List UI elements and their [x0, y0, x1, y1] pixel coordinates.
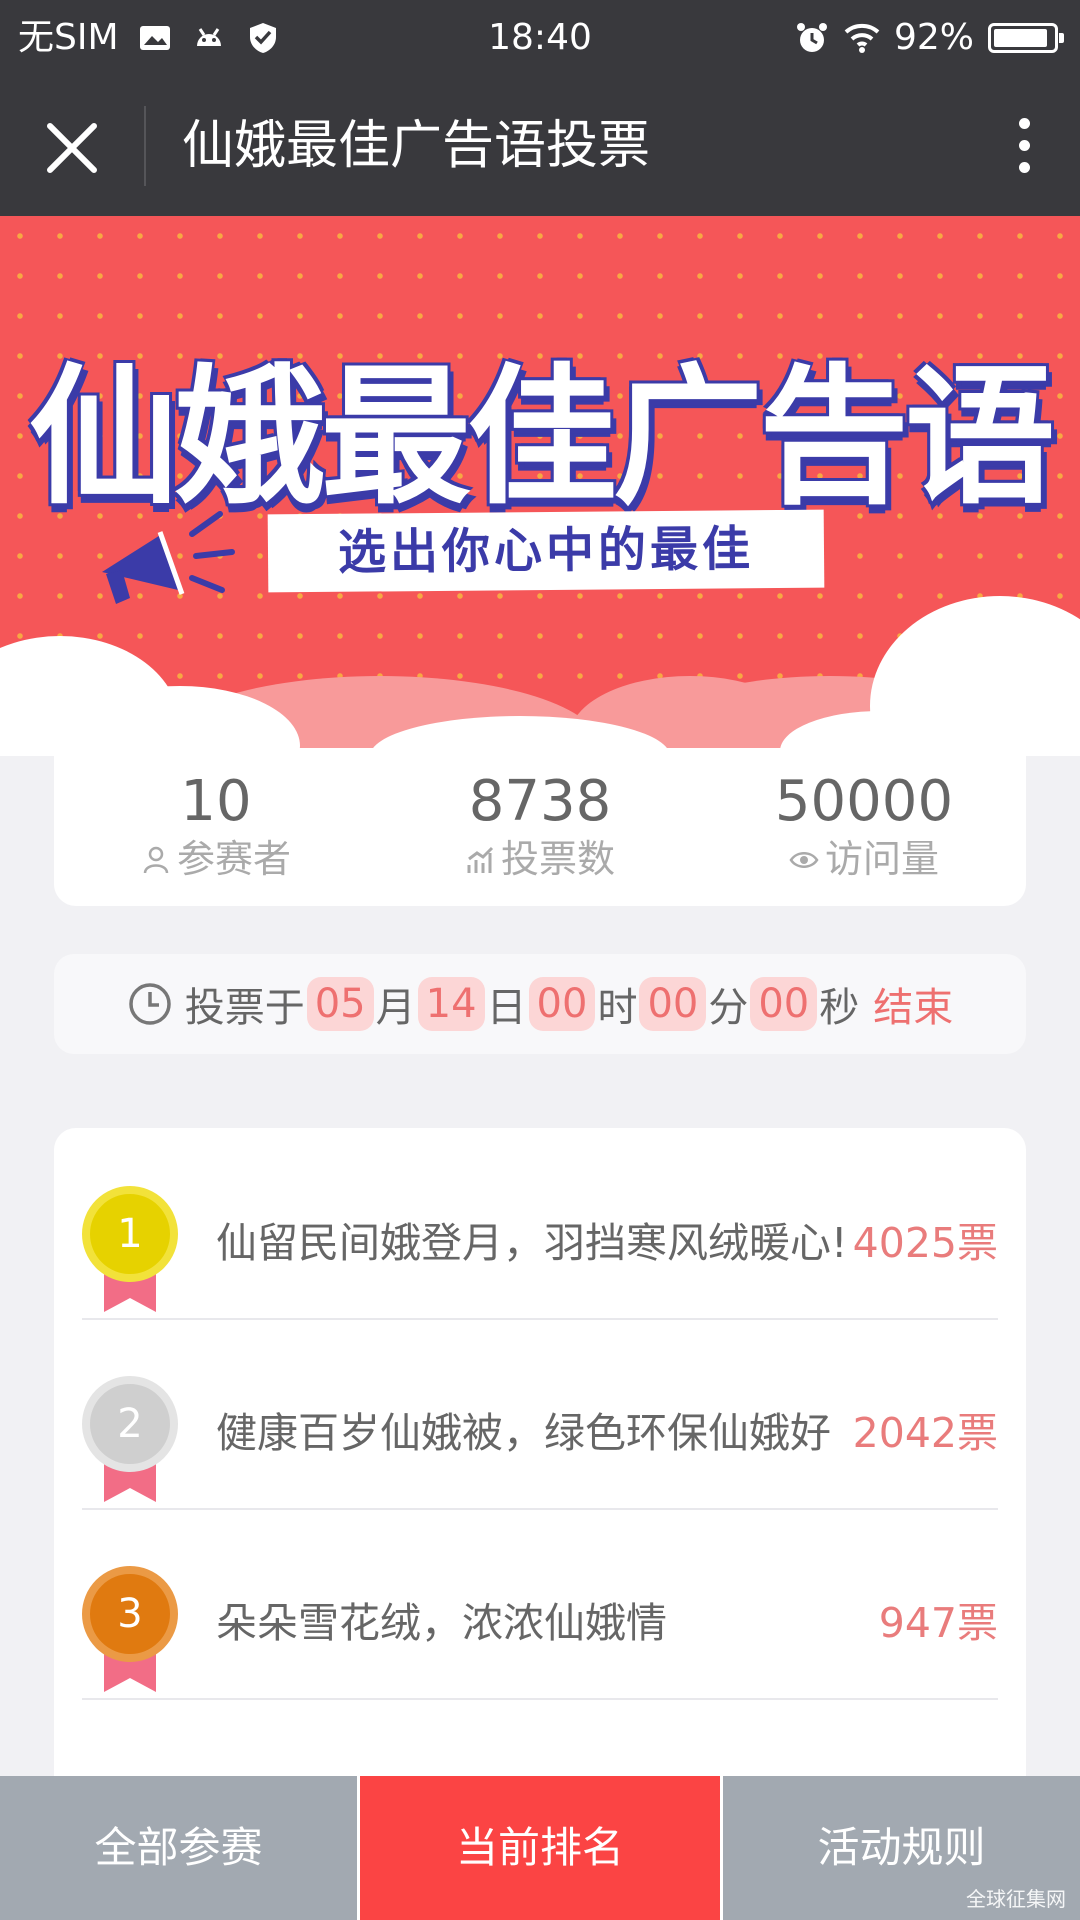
page-title: 仙娥最佳广告语投票	[182, 116, 651, 176]
medal-icon: 1	[82, 1186, 182, 1316]
countdown-minute: 00	[639, 977, 707, 1031]
stat-participants: 10 参赛者	[54, 748, 378, 906]
stat-label: 投票数	[500, 837, 615, 881]
countdown-second: 00	[750, 977, 818, 1031]
list-item[interactable]: 2 健康百岁仙娥被，绿色环保仙娥好 2042票	[82, 1318, 998, 1510]
clock-icon	[128, 983, 171, 1025]
countdown-unit: 分	[708, 985, 749, 1031]
battery-icon	[988, 23, 1064, 53]
alarm-icon	[796, 23, 827, 52]
stat-visits: 50000 访问量	[702, 748, 1026, 906]
countdown-unit: 日	[486, 985, 527, 1031]
stat-votes: 8738 投票数	[378, 748, 702, 906]
rank-number: 2	[82, 1376, 178, 1472]
countdown-unit: 秒	[819, 985, 860, 1031]
vote-count: 947票	[878, 1599, 998, 1647]
wifi-icon	[844, 23, 880, 53]
slogan-text: 朵朵雪花绒，浓浓仙娥情	[216, 1599, 667, 1647]
medal-icon: 2	[82, 1376, 182, 1506]
battery-percent: 92%	[893, 17, 974, 58]
list-item[interactable]: 3 朵朵雪花绒，浓浓仙娥情 947票	[82, 1508, 998, 1700]
stat-value: 50000	[774, 769, 954, 834]
stat-value: 8738	[468, 769, 612, 834]
nav-bar: 仙娥最佳广告语投票	[0, 76, 1080, 216]
medal-icon: 3	[82, 1566, 182, 1696]
stat-label: 访问量	[824, 837, 939, 881]
bottom-tab-bar: 全部参赛 当前排名 活动规则 全球征集网	[0, 1776, 1080, 1920]
watermark: 全球征集网	[966, 1887, 1066, 1911]
stat-value: 10	[180, 769, 252, 834]
banner: 仙娥最佳广告语 选出你心中的最佳	[0, 216, 1080, 756]
user-icon	[143, 846, 169, 874]
stat-label: 参赛者	[176, 837, 291, 881]
nav-divider	[144, 106, 146, 186]
rank-number: 3	[82, 1566, 178, 1662]
countdown-bar: 投票于 05 月 14 日 00 时 00 分 00 秒 结束	[54, 954, 1026, 1054]
countdown-suffix: 结束	[873, 985, 954, 1031]
tab-all-entries[interactable]: 全部参赛	[0, 1776, 357, 1920]
countdown-day: 14	[417, 977, 485, 1031]
tab-current-ranking[interactable]: 当前排名	[357, 1776, 720, 1920]
countdown-hour: 00	[528, 977, 596, 1031]
countdown-unit: 月	[375, 985, 416, 1031]
eye-icon	[789, 852, 819, 868]
countdown-prefix: 投票于	[184, 985, 305, 1031]
rank-number: 1	[82, 1186, 178, 1282]
stats-card: 10 参赛者 8738 投票数 50000 访问量	[54, 748, 1026, 906]
ranking-list: 1 仙留民间娥登月，羽挡寒风绒暖心! 4025票 2 健康百岁仙娥被，绿色环保仙…	[54, 1128, 1026, 1788]
status-bar: 无SIM 18:40 92%	[0, 0, 1080, 76]
chart-icon	[467, 846, 494, 873]
cloud-decoration	[0, 596, 1080, 756]
more-vertical-icon[interactable]	[1012, 112, 1036, 180]
list-item[interactable]: 1 仙留民间娥登月，羽挡寒风绒暖心! 4025票	[82, 1128, 998, 1320]
close-icon[interactable]	[44, 120, 100, 176]
countdown-unit: 时	[597, 985, 638, 1031]
countdown-month: 05	[306, 977, 374, 1031]
